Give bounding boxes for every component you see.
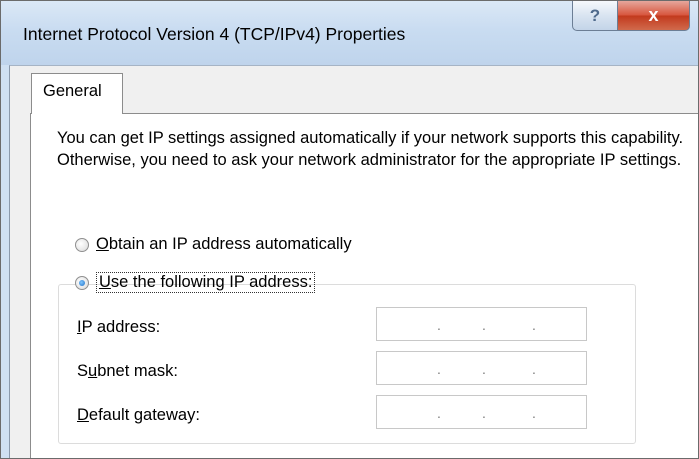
default-gateway-input[interactable]: . . .: [376, 395, 587, 429]
radio-checked-icon: [75, 275, 89, 290]
help-icon: ?: [589, 5, 601, 25]
default-gateway-label: Default gateway:: [77, 406, 200, 424]
ip-address-label: IP address:: [77, 318, 161, 336]
use-following-ip-label: Use the following IP address:: [96, 272, 316, 293]
subnet-mask-label: Subnet mask:: [77, 362, 178, 380]
obtain-ip-automatically-label: Obtain an IP address automatically: [96, 235, 352, 253]
tab-general-label: General: [43, 82, 102, 100]
help-button[interactable]: ?: [572, 1, 618, 31]
dialog-client-area: General You can get IP settings assigned…: [9, 65, 698, 458]
description-text: You can get IP settings assigned automat…: [57, 129, 684, 169]
tab-general[interactable]: General: [31, 73, 123, 114]
title-bar: Internet Protocol Version 4 (TCP/IPv4) P…: [1, 1, 698, 65]
ip-address-input[interactable]: . . .: [376, 307, 587, 341]
general-tab-panel: You can get IP settings assigned automat…: [30, 113, 698, 458]
window-title: Internet Protocol Version 4 (TCP/IPv4) P…: [23, 24, 406, 44]
obtain-ip-automatically-radio[interactable]: Obtain an IP address automatically: [75, 235, 352, 254]
caption-buttons: ? x: [572, 1, 690, 31]
close-button[interactable]: x: [618, 1, 690, 31]
use-following-ip-radio[interactable]: Use the following IP address:: [75, 272, 316, 293]
radio-unchecked-icon: [75, 237, 89, 252]
close-icon: x: [648, 5, 659, 25]
subnet-mask-input[interactable]: . . .: [376, 351, 587, 385]
ipv4-properties-dialog: Internet Protocol Version 4 (TCP/IPv4) P…: [0, 0, 699, 459]
